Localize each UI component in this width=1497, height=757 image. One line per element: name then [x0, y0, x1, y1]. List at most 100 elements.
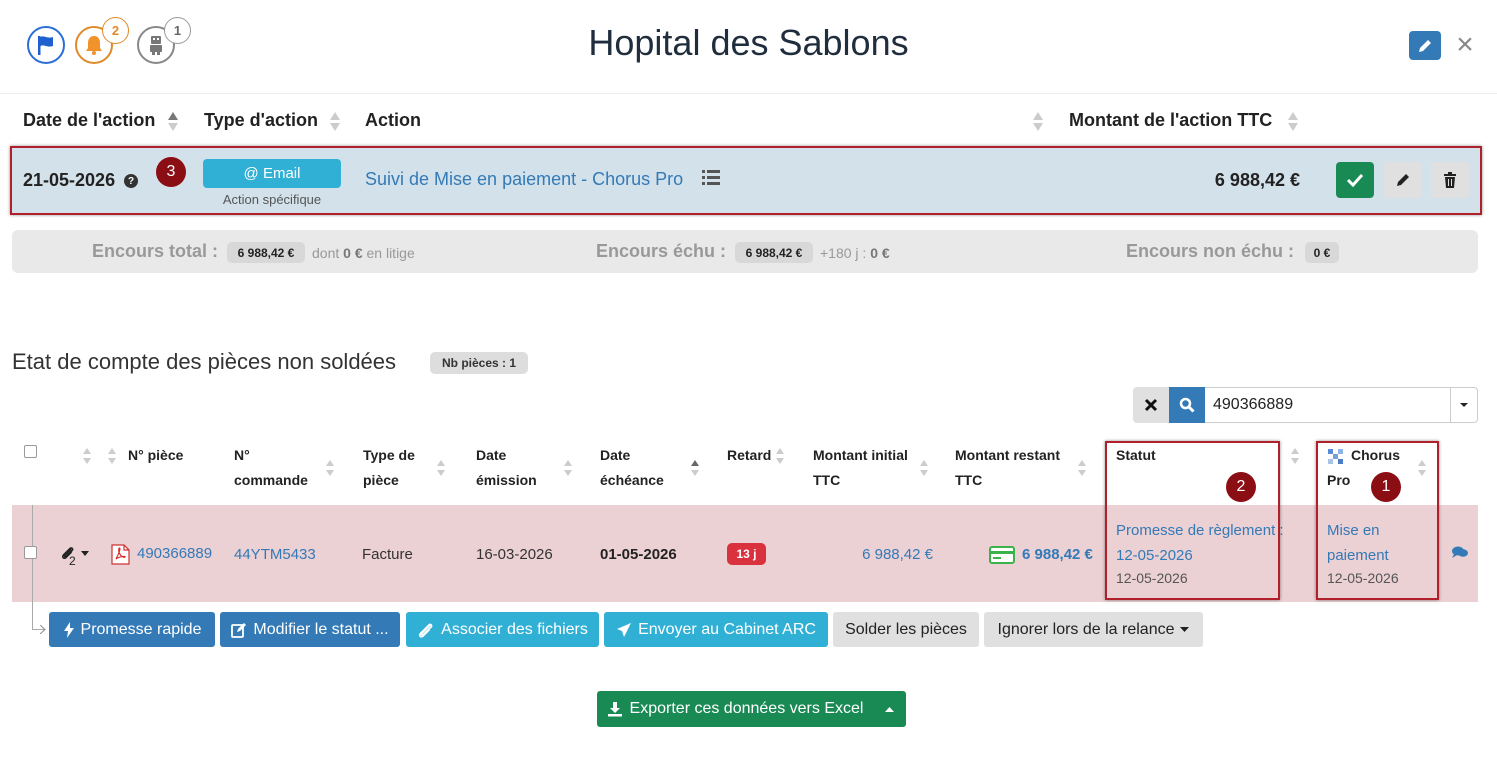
marker-3: 3	[156, 157, 186, 187]
sort-icon[interactable]	[437, 460, 445, 478]
sort-icon[interactable]	[776, 448, 784, 466]
montant-initial[interactable]: 6 988,42 €	[813, 546, 933, 563]
export-excel-label: Exporter ces données vers Excel	[629, 700, 864, 717]
action-type-sub: Action spécifique	[222, 192, 322, 207]
edit-action-button[interactable]	[1384, 162, 1422, 198]
caret-down-icon	[81, 551, 89, 556]
ignorer-relance-dropdown[interactable]: Ignorer lors de la relance	[984, 612, 1203, 647]
date-emission: 16-03-2026	[476, 546, 553, 563]
highlight-frame	[1105, 441, 1280, 600]
promesse-rapide-label: Promesse rapide	[80, 620, 202, 638]
sort-icon[interactable]	[326, 460, 334, 478]
action-date: 21-05-2026	[23, 170, 116, 190]
col-header-type[interactable]: Type de pièce	[363, 443, 415, 493]
email-type-badge: @ Email	[203, 159, 341, 188]
export-excel-group: Exporter ces données vers Excel	[597, 691, 906, 727]
envoyer-cabinet-button[interactable]: Envoyer au Cabinet ARC	[604, 612, 828, 647]
export-excel-button[interactable]: Exporter ces données vers Excel	[597, 691, 873, 727]
send-icon	[617, 622, 632, 637]
sort-icon[interactable]	[330, 111, 340, 133]
download-icon	[607, 702, 622, 717]
search-icon	[1179, 397, 1195, 413]
sort-icon[interactable]	[1288, 111, 1298, 133]
sort-icon[interactable]	[1078, 460, 1086, 478]
sort-icon[interactable]	[1033, 111, 1043, 133]
caret-down-icon	[1180, 627, 1190, 632]
close-icon	[1144, 398, 1158, 412]
col-header-restant[interactable]: Montant restant TTC	[955, 443, 1060, 493]
sort-icon[interactable]	[564, 460, 572, 478]
commande-link[interactable]: 44YTM5433	[234, 546, 316, 563]
edit-square-icon	[231, 622, 247, 638]
action-link[interactable]: Suivi de Mise en paiement - Chorus Pro	[365, 169, 683, 190]
solder-pieces-label: Solder les pièces	[845, 620, 967, 638]
comments-icon[interactable]	[1451, 545, 1469, 559]
trash-icon	[1444, 172, 1456, 188]
row-checkbox[interactable]	[24, 546, 37, 559]
check-icon	[1346, 173, 1364, 187]
sort-icon[interactable]	[691, 460, 699, 478]
bolt-icon	[63, 621, 74, 638]
associer-fichiers-label: Associer des fichiers	[441, 620, 588, 638]
col-header-piece[interactable]: N° pièce	[128, 443, 183, 468]
search-button[interactable]	[1169, 387, 1205, 423]
ignorer-relance-label: Ignorer lors de la relance	[997, 620, 1175, 638]
encours-litige: dont 0 € en litige	[312, 245, 415, 261]
col-header-retard[interactable]: Retard	[727, 443, 771, 468]
sort-icon[interactable]	[920, 460, 928, 478]
sort-icon[interactable]	[168, 111, 178, 133]
tree-arrow-icon	[40, 625, 46, 634]
modifier-statut-button[interactable]: Modifier le statut ...	[220, 612, 400, 647]
sort-icon[interactable]	[83, 448, 91, 466]
caret-up-icon	[885, 706, 894, 712]
validate-button[interactable]	[1336, 162, 1374, 198]
envoyer-cabinet-label: Envoyer au Cabinet ARC	[638, 620, 816, 638]
edit-button[interactable]	[1409, 31, 1441, 60]
close-button[interactable]: ×	[1451, 27, 1479, 63]
encours-echu-value: 6 988,42 €	[735, 242, 813, 263]
associer-fichiers-button[interactable]: Associer des fichiers	[406, 612, 599, 647]
clear-search-button[interactable]	[1133, 387, 1169, 423]
attachment-count: 2	[69, 554, 76, 568]
pencil-icon	[1419, 39, 1431, 52]
modifier-statut-label: Modifier le statut ...	[253, 620, 389, 638]
col-header-type-action[interactable]: Type d'action	[204, 110, 318, 131]
sort-icon[interactable]	[108, 448, 116, 466]
col-header-action[interactable]: Action	[365, 110, 421, 131]
section-title: Etat de compte des pièces non soldées	[12, 349, 397, 374]
encours-echu-label: Encours échu :	[596, 241, 727, 261]
paperclip-icon	[419, 623, 433, 638]
header-divider	[0, 93, 1497, 94]
col-header-echeance[interactable]: Date échéance	[600, 443, 664, 493]
action-amount: 6 988,42 €	[1214, 170, 1300, 190]
highlight-frame	[1316, 441, 1439, 600]
encours-total-value: 6 988,42 €	[227, 242, 305, 263]
credit-card-icon[interactable]	[989, 546, 1015, 564]
export-dropdown-toggle[interactable]	[873, 691, 906, 727]
search-dropdown-button[interactable]	[1450, 387, 1478, 423]
list-icon[interactable]	[701, 168, 721, 187]
col-header-montant-action[interactable]: Montant de l'action TTC	[1069, 110, 1272, 131]
promesse-rapide-button[interactable]: Promesse rapide	[49, 612, 215, 647]
select-all-checkbox[interactable]	[24, 445, 37, 458]
sort-icon[interactable]	[1291, 448, 1299, 466]
col-header-initial[interactable]: Montant initial TTC	[813, 443, 908, 493]
type-piece: Facture	[362, 546, 413, 563]
help-icon[interactable]: ?	[124, 174, 138, 188]
marker-2: 2	[1226, 472, 1256, 502]
pdf-icon[interactable]	[111, 544, 130, 565]
montant-restant[interactable]: 6 988,42 €	[1022, 546, 1093, 563]
col-header-commande[interactable]: N° commande	[234, 443, 308, 493]
col-header-date-action[interactable]: Date de l'action	[23, 110, 155, 131]
search-input[interactable]	[1205, 387, 1451, 423]
solder-pieces-button[interactable]: Solder les pièces	[833, 612, 979, 647]
date-echeance: 01-05-2026	[600, 546, 677, 563]
col-header-emission[interactable]: Date émission	[476, 443, 537, 493]
nb-pieces-badge: Nb pièces : 1	[430, 352, 528, 374]
marker-1: 1	[1371, 472, 1401, 502]
attachment-dropdown[interactable]: 2	[60, 545, 90, 569]
retard-badge: 13 j	[727, 543, 766, 565]
delete-action-button[interactable]	[1431, 162, 1469, 198]
piece-link[interactable]: 490366889	[137, 545, 212, 562]
encours-total-label: Encours total :	[92, 241, 219, 261]
